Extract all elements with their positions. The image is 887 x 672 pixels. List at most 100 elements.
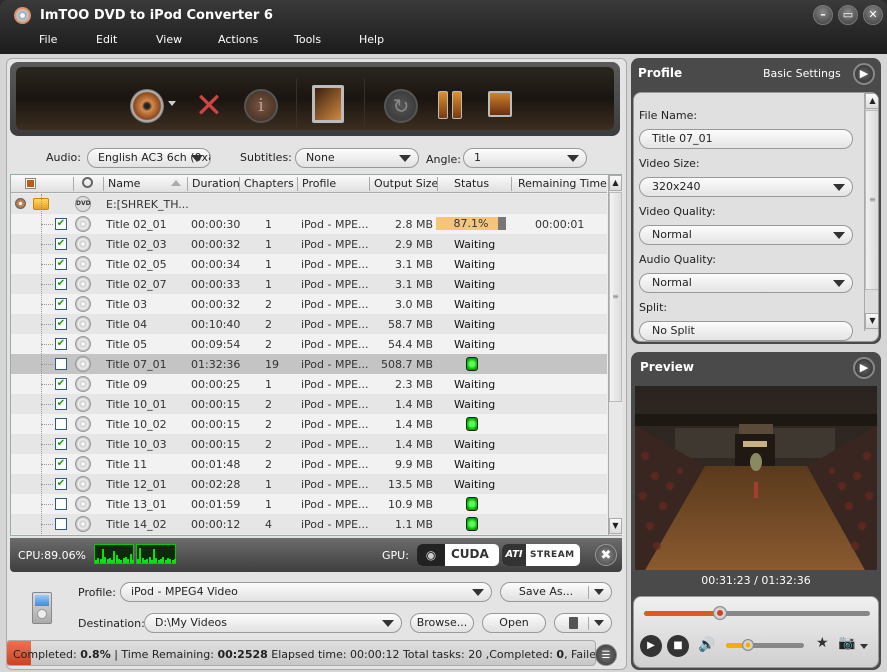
title-name: Title 02_01 [106, 218, 167, 231]
row-checkbox[interactable] [55, 418, 67, 430]
expand-arrow-icon[interactable]: ▶ [853, 63, 875, 85]
table-row[interactable]: ✔ Title 02_05 00:00:34 1 iPod - MPE... 3… [11, 254, 607, 274]
browse-button[interactable]: Browse... [410, 613, 474, 633]
menu-tools[interactable]: Tools [294, 33, 321, 46]
row-checkbox[interactable] [55, 358, 67, 370]
scroll-up-button[interactable]: ▲ [609, 175, 622, 191]
stop-playback-button[interactable]: ■ [667, 635, 689, 657]
subtitles-select[interactable]: None [295, 148, 419, 168]
play-button[interactable]: ▶ [640, 635, 662, 657]
destination-select[interactable]: D:\My Videos [144, 613, 402, 633]
menu-actions[interactable]: Actions [218, 33, 258, 46]
stop-button[interactable] [488, 91, 512, 117]
scroll-thumb[interactable]: ≡ [609, 192, 622, 402]
table-row[interactable]: ✔ Title 03 00:00:32 2 iPod - MPE... 3.0 … [11, 294, 607, 314]
scroll-down-button[interactable]: ▼ [865, 313, 878, 329]
snapshot-effect-icon[interactable]: ★ [816, 635, 829, 651]
menu-file[interactable]: File [39, 33, 57, 46]
load-dvd-button[interactable] [130, 89, 164, 123]
table-row[interactable]: ✔ Title 02_03 00:00:32 1 iPod - MPE... 2… [11, 234, 607, 254]
table-row[interactable]: ✔ Title 12_01 00:02:28 1 iPod - MPE... 1… [11, 474, 607, 494]
volume-icon[interactable]: 🔊 [698, 637, 715, 653]
audio-quality-select[interactable]: Normal [639, 273, 853, 293]
volume-slider[interactable] [726, 639, 804, 651]
row-checkbox[interactable] [55, 518, 67, 530]
minimize-button[interactable]: – [813, 5, 833, 25]
row-checkbox[interactable]: ✔ [55, 218, 67, 230]
column-header-remaining-time[interactable]: Remaining Time [511, 177, 607, 191]
select-all-checkbox[interactable] [25, 178, 36, 189]
volume-handle[interactable] [741, 639, 754, 651]
device-transfer-button[interactable] [554, 613, 612, 633]
scroll-thumb[interactable]: ≡ [865, 110, 878, 290]
table-row[interactable]: ✔ Title 04 00:10:40 2 iPod - MPE... 58.7… [11, 314, 607, 334]
load-dvd-dropdown-icon[interactable] [168, 101, 176, 106]
scroll-up-button[interactable]: ▲ [865, 93, 878, 109]
menu-edit[interactable]: Edit [96, 33, 117, 46]
row-checkbox[interactable]: ✔ [55, 278, 67, 290]
expand-arrow-icon[interactable]: ▶ [853, 357, 875, 379]
open-button[interactable]: Open [482, 613, 546, 633]
row-checkbox[interactable]: ✔ [55, 378, 67, 390]
row-checkbox[interactable]: ✔ [55, 458, 67, 470]
row-checkbox[interactable]: ✔ [55, 338, 67, 350]
video-size-select[interactable]: 320x240 [639, 177, 853, 197]
source-row[interactable]: DVD E:[SHREK_TH... [11, 194, 607, 214]
column-header-profile[interactable]: Profile [297, 177, 369, 191]
table-row[interactable]: Title 07_01 01:32:36 19 iPod - MPE... 50… [11, 354, 607, 374]
log-icon[interactable]: ☰ [595, 644, 617, 666]
cuda-button[interactable]: ◉ CUDA [417, 544, 499, 566]
column-header-duration[interactable]: Duration [187, 177, 240, 191]
chapters: 2 [265, 298, 272, 311]
table-row[interactable]: ✔ Title 02_01 00:00:30 1 iPod - MPE... 2… [11, 214, 607, 234]
row-checkbox[interactable]: ✔ [55, 258, 67, 270]
row-checkbox[interactable]: ✔ [55, 398, 67, 410]
chevron-down-icon[interactable] [860, 644, 868, 649]
convert-button[interactable]: ↻ [384, 89, 418, 123]
row-checkbox[interactable] [55, 498, 67, 510]
basic-settings-dropdown[interactable]: Basic Settings [763, 67, 841, 80]
column-header-chapters[interactable]: Chapters [239, 177, 297, 191]
remove-button[interactable]: ✕ [192, 89, 226, 123]
maximize-button[interactable]: ▭ [838, 5, 858, 25]
seek-handle[interactable] [713, 606, 728, 620]
table-row[interactable]: ✔ Title 02_07 00:00:33 1 iPod - MPE... 3… [11, 274, 607, 294]
menu-view[interactable]: View [156, 33, 182, 46]
row-checkbox[interactable]: ✔ [55, 318, 67, 330]
table-row[interactable]: ✔ Title 05 00:09:54 2 iPod - MPE... 54.4… [11, 334, 607, 354]
row-checkbox[interactable]: ✔ [55, 478, 67, 490]
row-checkbox[interactable]: ✔ [55, 298, 67, 310]
table-row[interactable]: ✔ Title 10_01 00:00:15 2 iPod - MPE... 1… [11, 394, 607, 414]
column-header-name[interactable]: Name [103, 177, 189, 191]
row-checkbox[interactable]: ✔ [55, 438, 67, 450]
file-name-input[interactable]: Title 07_01 [639, 129, 853, 149]
table-row[interactable]: ✔ Title 10_03 00:00:15 2 iPod - MPE... 1… [11, 434, 607, 454]
menu-help[interactable]: Help [359, 33, 384, 46]
angle-select[interactable]: 1 [463, 148, 587, 168]
profile-select[interactable]: iPod - MPEG4 Video [120, 582, 492, 602]
save-as-button[interactable]: Save As... [500, 582, 612, 602]
column-header-status[interactable]: Status [437, 177, 511, 191]
audio-select[interactable]: English AC3 6ch (0x8 [87, 148, 211, 168]
info-button[interactable]: i [244, 89, 278, 123]
tools-icon[interactable]: ✖ [595, 544, 617, 566]
column-header-output-size[interactable]: Output Size [369, 177, 438, 191]
list-scrollbar[interactable]: ▲ ≡ ▼ [608, 175, 622, 535]
table-row[interactable]: Title 10_02 00:00:15 2 iPod - MPE... 1.4… [11, 414, 607, 434]
table-row[interactable]: ✔ Title 11 00:01:48 2 iPod - MPE... 9.9 … [11, 454, 607, 474]
close-button[interactable]: ✕ [863, 5, 883, 25]
split-select[interactable]: No Split [639, 321, 853, 341]
table-row[interactable]: Title 14_02 00:00:12 4 iPod - MPE... 1.1… [11, 514, 607, 534]
collapse-icon[interactable] [15, 198, 26, 209]
video-quality-select[interactable]: Normal [639, 225, 853, 245]
profile-scrollbar[interactable]: ▲ ≡ ▼ [864, 93, 878, 331]
add-file-button[interactable] [312, 85, 344, 123]
table-row[interactable]: ✔ Title 09 00:00:25 1 iPod - MPE... 2.3 … [11, 374, 607, 394]
row-checkbox[interactable]: ✔ [55, 238, 67, 250]
ati-stream-button[interactable]: ATI STREAM [502, 544, 580, 566]
pause-button[interactable] [438, 91, 464, 119]
camera-icon[interactable]: 📷 [838, 635, 855, 651]
table-row[interactable]: Title 13_01 00:01:59 1 iPod - MPE... 10.… [11, 494, 607, 514]
seek-slider[interactable] [644, 606, 870, 620]
scroll-down-button[interactable]: ▼ [609, 518, 622, 534]
